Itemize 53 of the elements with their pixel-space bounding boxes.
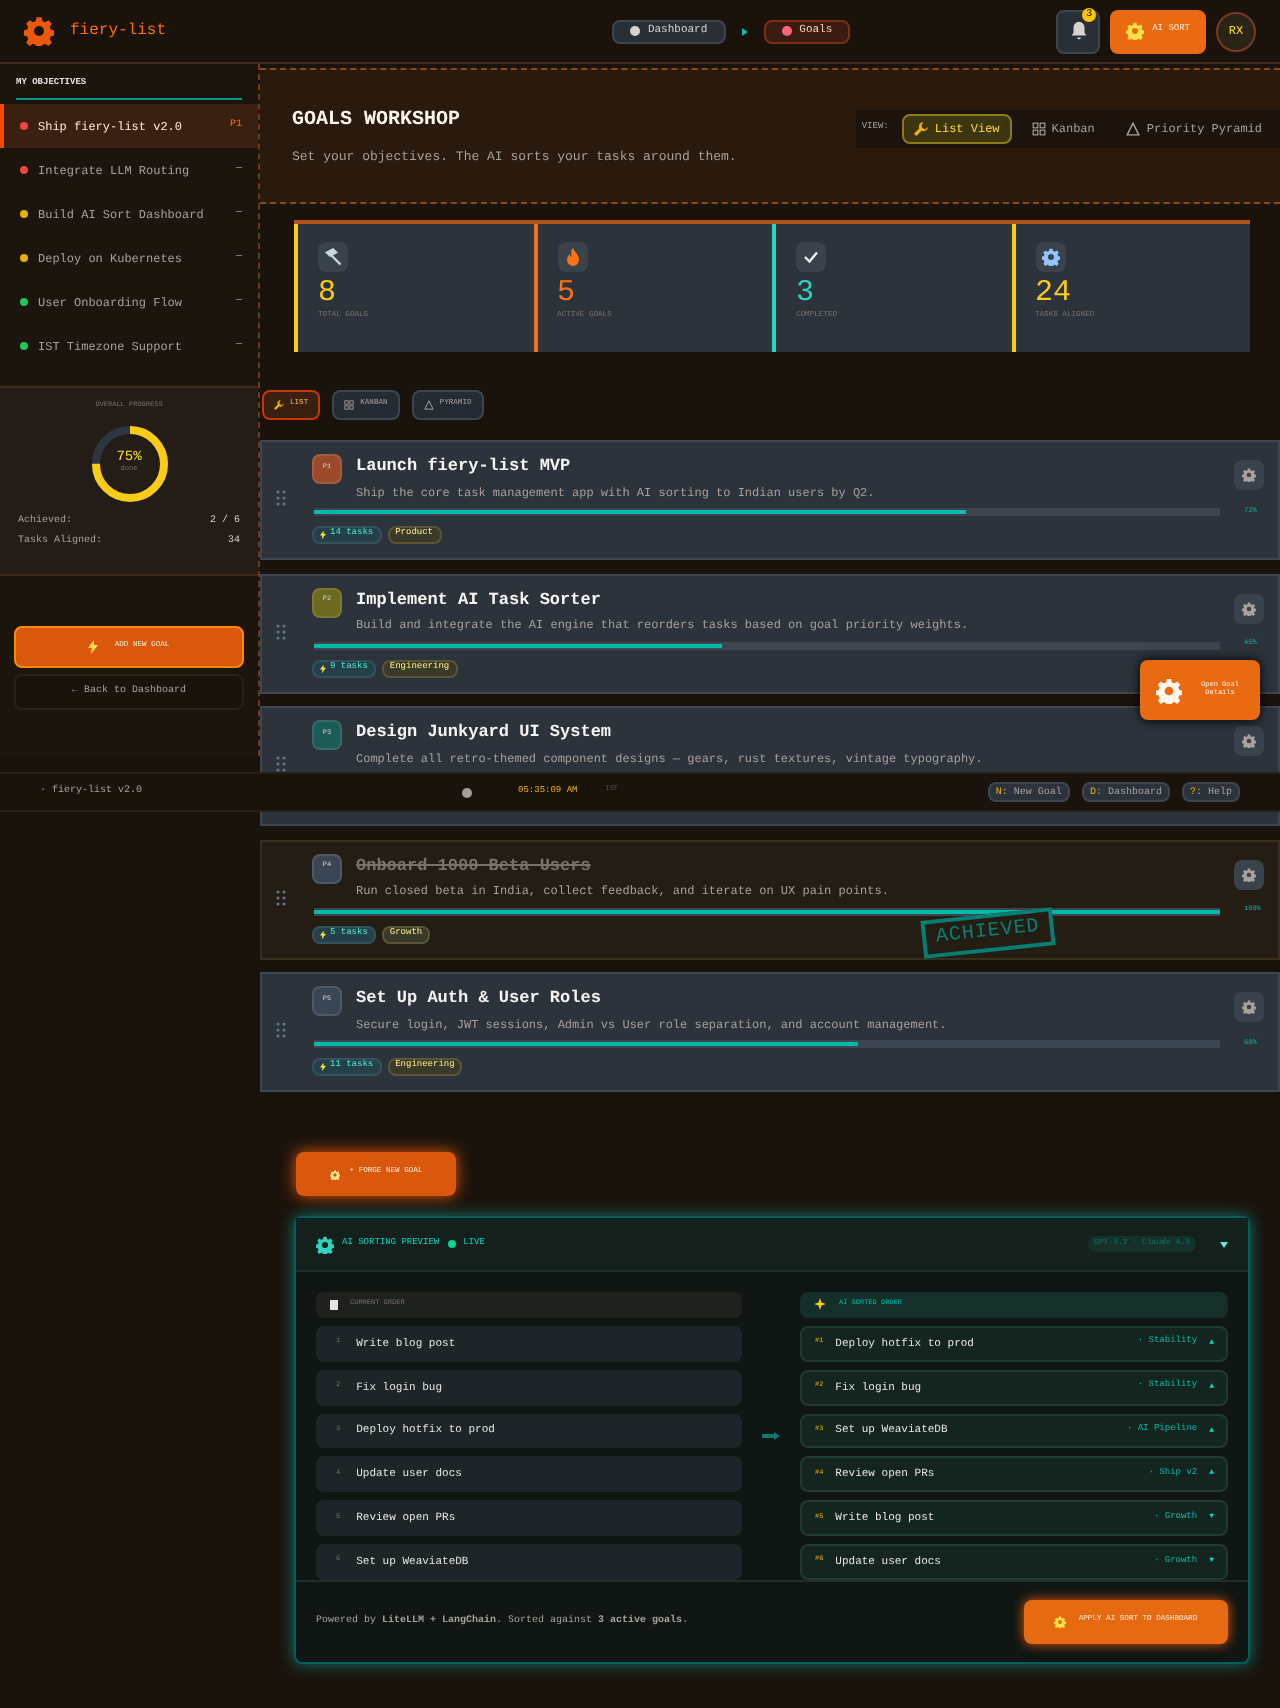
gear-icon (1041, 248, 1059, 266)
stat-number: 8 (318, 276, 339, 311)
logo-gear-icon (24, 16, 54, 46)
stat-number: 5 (557, 276, 578, 311)
settings-button[interactable] (1234, 859, 1264, 889)
app-logo[interactable]: fiery-list (70, 19, 167, 43)
drag-handle-icon (276, 490, 286, 506)
drag-handle-icon (276, 623, 286, 639)
stat-number: 3 (796, 276, 817, 311)
grid-icon (1031, 121, 1046, 135)
settings-button[interactable] (1234, 460, 1264, 490)
goal-title: Onboard 1000 Beta Users (356, 853, 593, 879)
goal-title: Implement AI Task Sorter (356, 587, 603, 613)
page-title: GOALS WORKSHOP (292, 107, 463, 135)
bell-icon (1067, 20, 1090, 42)
arrow-right-icon (762, 1432, 780, 1440)
check-icon (802, 248, 820, 266)
gear-icon (1156, 677, 1182, 703)
goal-title: Design Junkyard UI System (356, 720, 614, 746)
settings-button[interactable] (1234, 992, 1264, 1022)
drag-handle-icon (276, 889, 286, 905)
separator-icon (741, 27, 748, 35)
gear-icon (1126, 22, 1145, 40)
settings-button[interactable] (1234, 593, 1264, 623)
sparkle-icon (814, 1298, 827, 1311)
clipboard-icon (330, 1299, 338, 1310)
chevron-down-icon[interactable] (1220, 1241, 1228, 1247)
lightning-icon (320, 929, 326, 939)
lightning-icon (320, 663, 326, 673)
gear-icon (316, 1235, 334, 1253)
triangle-icon (1126, 121, 1141, 135)
goal-title: Launch fiery-list MVP (356, 454, 573, 480)
drag-handle-icon (276, 1022, 286, 1038)
settings-icon (1242, 734, 1256, 748)
lightning-icon (320, 1062, 326, 1072)
gear-icon (1054, 1616, 1067, 1628)
settings-icon (1242, 468, 1256, 482)
settings-icon (1242, 867, 1256, 881)
settings-icon (1242, 601, 1256, 615)
stat-number: 24 (1035, 276, 1074, 311)
goal-title: Set Up Auth & User Roles (356, 986, 603, 1012)
wrench-icon (274, 400, 284, 410)
flame-icon (563, 248, 581, 266)
grid-icon (344, 400, 355, 410)
gear-icon (329, 1169, 340, 1179)
triangle-icon (423, 400, 434, 410)
lightning-icon (320, 530, 326, 540)
settings-icon (1242, 1000, 1256, 1014)
settings-button[interactable] (1234, 726, 1264, 756)
lightning-icon (88, 640, 99, 654)
wrench-icon (914, 121, 929, 135)
drag-handle-icon (276, 756, 286, 772)
status-indicator-icon (462, 787, 473, 797)
